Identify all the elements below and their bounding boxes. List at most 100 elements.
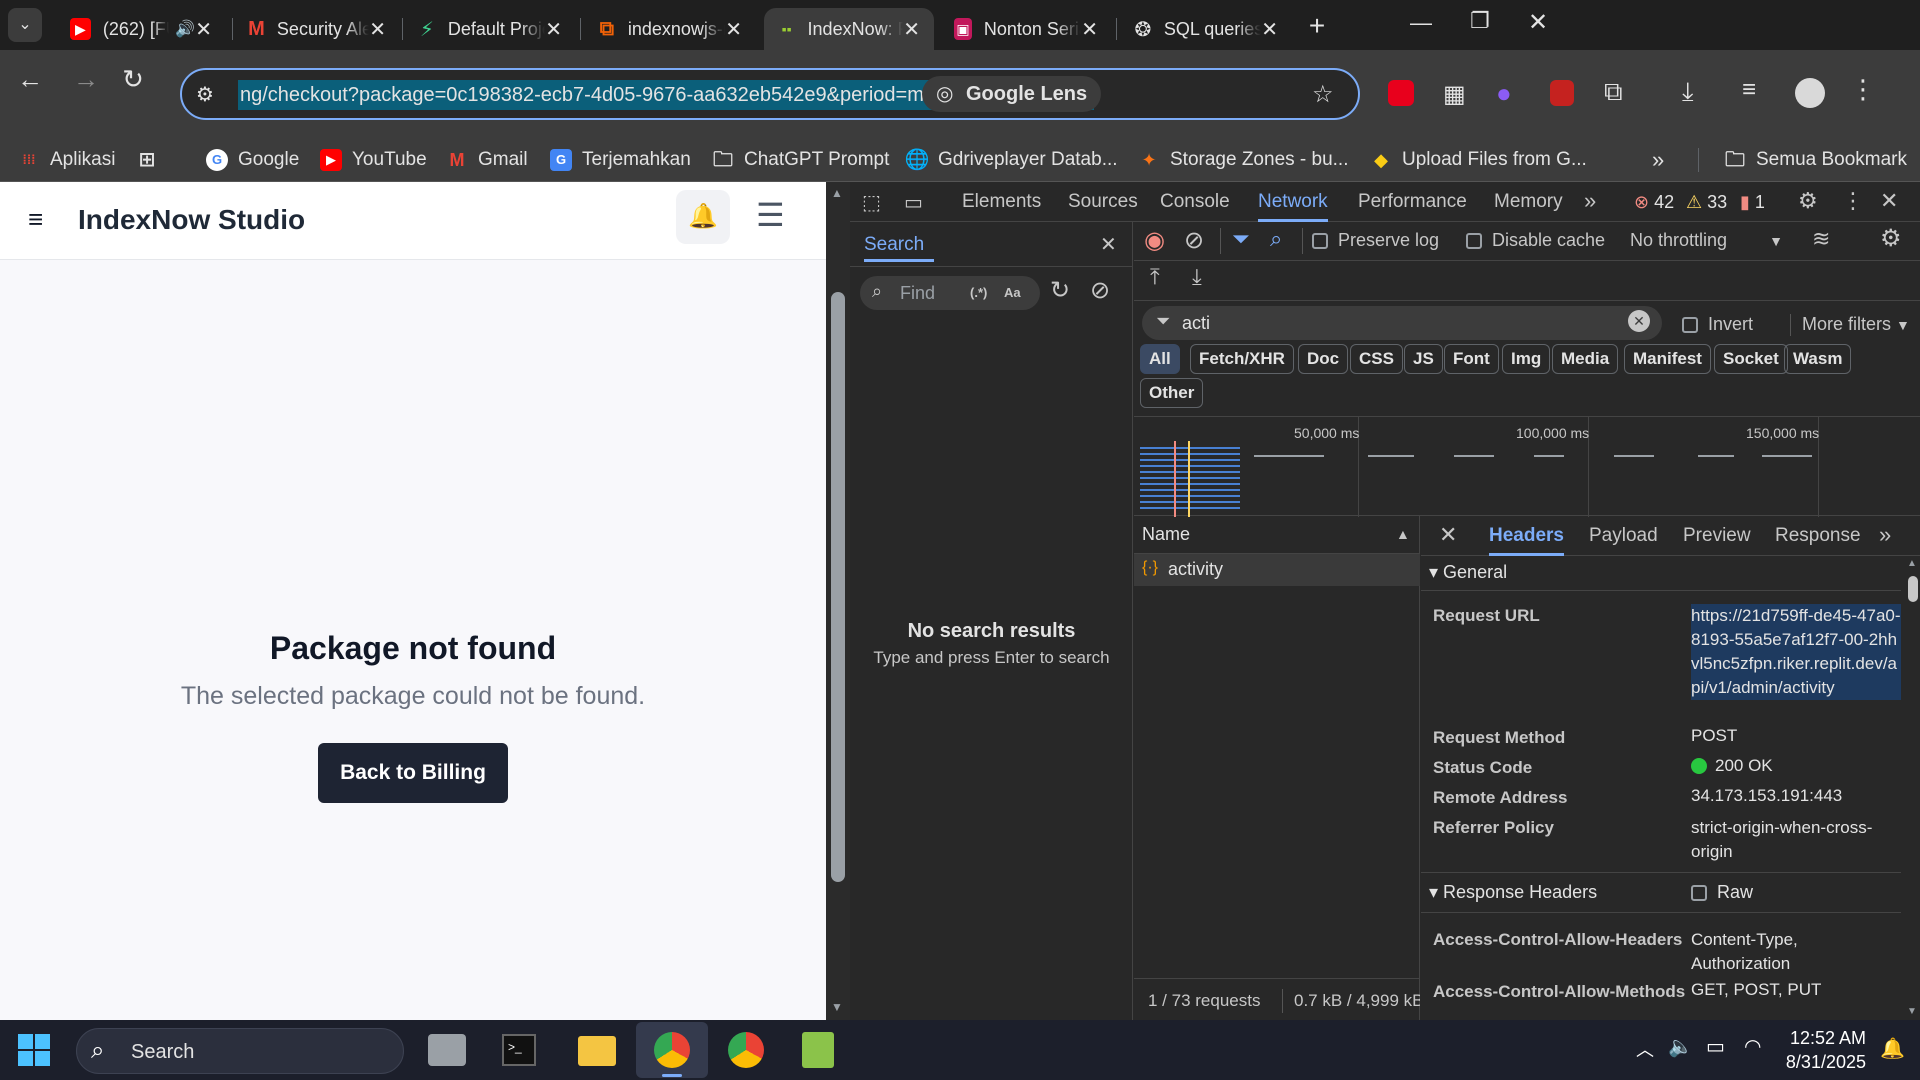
notifications-bell-button[interactable]: 🔔 [676, 190, 730, 244]
profile-avatar[interactable] [1795, 78, 1825, 108]
speaker-icon[interactable]: 🔊 [175, 19, 195, 39]
clear-network-icon[interactable]: ⊘ [1184, 226, 1204, 255]
clear-filter-icon[interactable]: ✕ [1628, 310, 1650, 332]
extensions-puzzle-icon[interactable]: ⧉ [1604, 76, 1623, 108]
match-case-toggle[interactable]: Aa [1004, 285, 1021, 300]
warning-count-badge[interactable]: ⚠ 33 [1686, 192, 1727, 213]
find-input[interactable]: ⌕ Find (.*) Aa [860, 276, 1040, 310]
inspect-element-icon[interactable]: ⬚ [862, 190, 881, 215]
forward-button[interactable]: → [68, 64, 104, 95]
search-pane-tab[interactable]: Search [864, 228, 934, 262]
devtools-settings-icon[interactable]: ⚙ [1798, 188, 1818, 214]
tab-network[interactable]: Network [1258, 182, 1328, 222]
tab-preview[interactable]: Preview [1683, 516, 1751, 556]
menu-hamburger-icon[interactable]: ☰ [756, 196, 785, 234]
close-tab-icon[interactable]: ✕ [195, 17, 212, 42]
tab-headers[interactable]: Headers [1489, 516, 1564, 556]
request-row[interactable]: {·} activity [1134, 554, 1420, 586]
export-har-icon[interactable]: ⤓ [1192, 264, 1202, 290]
more-detail-tabs-chevron-icon[interactable]: » [1879, 522, 1891, 548]
invert-checkbox[interactable]: Invert [1682, 314, 1753, 335]
filter-media[interactable]: Media [1552, 344, 1619, 374]
tab-supabase[interactable]: ⚡ Default Project ✕ [404, 8, 576, 50]
minimize-button[interactable]: — [1410, 10, 1432, 36]
filter-funnel-icon[interactable]: ⏷ [1232, 226, 1250, 252]
bookmark-upload-files[interactable]: ◆ Upload Files from G... [1370, 138, 1587, 182]
tab-memory[interactable]: Memory [1494, 182, 1563, 222]
reload-button[interactable]: ↻ [115, 64, 151, 95]
task-view-icon[interactable] [428, 1034, 466, 1066]
bookmark-translate[interactable]: G Terjemahkan [550, 138, 691, 182]
tab-search-button[interactable]: ⌄ [8, 8, 42, 42]
close-tab-icon[interactable]: ✕ [903, 17, 920, 42]
clear-search-icon[interactable]: ⊘ [1090, 276, 1110, 305]
taskbar-search-box[interactable]: ⌕ Search [76, 1028, 404, 1074]
site-info-icon[interactable]: ⚙ [196, 82, 214, 107]
extension-qr-icon[interactable]: ▦ [1443, 80, 1466, 109]
notification-bell-icon[interactable]: 🔔 [1880, 1036, 1905, 1061]
close-tab-icon[interactable]: ✕ [545, 17, 562, 42]
tab-elements[interactable]: Elements [962, 182, 1041, 222]
regex-toggle[interactable]: (.*) [970, 285, 987, 300]
filter-socket[interactable]: Socket [1714, 344, 1788, 374]
tab-console[interactable]: Console [1160, 182, 1230, 222]
bookmark-gdriveplayer[interactable]: 🌐 Gdriveplayer Datab... [905, 138, 1118, 182]
back-button[interactable]: ← [12, 64, 48, 95]
more-bookmarks-chevron-icon[interactable]: » [1652, 138, 1664, 182]
tab-response[interactable]: Response [1775, 516, 1861, 556]
restore-button[interactable]: ❐ [1470, 8, 1490, 34]
notepad-app-icon[interactable] [802, 1032, 834, 1068]
address-bar[interactable]: ⚙ ng/checkout?package=0c198382-ecb7-4d05… [180, 68, 1360, 120]
more-tabs-chevron-icon[interactable]: » [1584, 188, 1596, 214]
bookmark-chatgpt-prompt[interactable]: 🗀 ChatGPT Prompt [712, 138, 889, 182]
devtools-close-icon[interactable]: ✕ [1880, 188, 1898, 214]
taskbar-chrome-profile-active[interactable] [636, 1022, 708, 1078]
bookmark-grid[interactable]: ⊞ [136, 138, 168, 182]
filter-font[interactable]: Font [1444, 344, 1499, 374]
terminal-app-icon[interactable]: >_ [502, 1034, 536, 1066]
close-window-button[interactable]: ✕ [1528, 8, 1548, 37]
scrollbar-thumb[interactable] [831, 292, 845, 882]
close-tab-icon[interactable]: ✕ [725, 17, 742, 42]
bookmark-gmail[interactable]: M Gmail [446, 138, 528, 182]
name-column-header[interactable]: Name ▲ [1134, 516, 1420, 554]
close-tab-icon[interactable]: ✕ [1081, 17, 1098, 42]
clock[interactable]: 12:52 AM 8/31/2025 [1776, 1026, 1866, 1074]
all-bookmarks-folder[interactable]: 🗀 Semua Bookmark [1724, 138, 1907, 182]
browser-menu-icon[interactable]: ⋮ [1850, 74, 1876, 105]
network-conditions-icon[interactable]: ≋ [1812, 226, 1830, 252]
tab-gmail[interactable]: M Security Alert: ✕ [234, 8, 400, 50]
network-settings-icon[interactable]: ⚙ [1880, 224, 1902, 253]
tab-youtube[interactable]: ▶ (262) [FULL 🔊 ✕ [56, 8, 226, 50]
throttling-select[interactable]: No throttling ▼ [1630, 230, 1783, 251]
close-tab-icon[interactable]: ✕ [1261, 17, 1278, 42]
wifi-icon[interactable]: ◠ [1744, 1034, 1761, 1059]
filter-fetch-xhr[interactable]: Fetch/XHR [1190, 344, 1294, 374]
battery-icon[interactable]: ▭ [1706, 1034, 1725, 1059]
bookmark-youtube[interactable]: ▶ YouTube [320, 138, 427, 182]
tab-chatgpt[interactable]: ❂ SQL queries fo ✕ [1120, 8, 1292, 50]
scrollbar-thumb[interactable] [1908, 576, 1918, 602]
raw-checkbox[interactable]: Raw [1691, 882, 1753, 903]
media-control-icon[interactable]: ≡ [1742, 76, 1756, 104]
extension-red-icon[interactable] [1550, 80, 1574, 106]
bookmark-google[interactable]: G Google [206, 138, 299, 182]
back-to-billing-button[interactable]: Back to Billing [318, 743, 508, 803]
details-scrollbar[interactable]: ▲ ▼ [1905, 556, 1920, 1020]
bookmark-apps[interactable]: ⁞⁞⁞ Aplikasi [18, 138, 116, 182]
tab-performance[interactable]: Performance [1358, 182, 1467, 222]
more-filters-dropdown[interactable]: More filters ▼ [1802, 314, 1910, 335]
tab-payload[interactable]: Payload [1589, 516, 1658, 556]
filter-wasm[interactable]: Wasm [1784, 344, 1852, 374]
filter-all[interactable]: All [1140, 344, 1180, 374]
page-scrollbar[interactable]: ▲ ▼ [826, 182, 850, 1020]
filter-css[interactable]: CSS [1350, 344, 1403, 374]
filter-doc[interactable]: Doc [1298, 344, 1349, 374]
network-search-icon[interactable]: ⌕ [1270, 226, 1282, 252]
volume-icon[interactable]: 🔈 [1668, 1034, 1693, 1059]
network-filter-input[interactable]: ⏷ acti ✕ [1142, 306, 1662, 340]
error-count-badge[interactable]: ⊗ 42 [1634, 192, 1674, 213]
response-headers-section-header[interactable]: ▾ Response Headers [1429, 882, 1597, 903]
downloads-icon[interactable]: ⤓ [1682, 76, 1694, 108]
general-section-header[interactable]: ▾ General [1429, 562, 1507, 583]
